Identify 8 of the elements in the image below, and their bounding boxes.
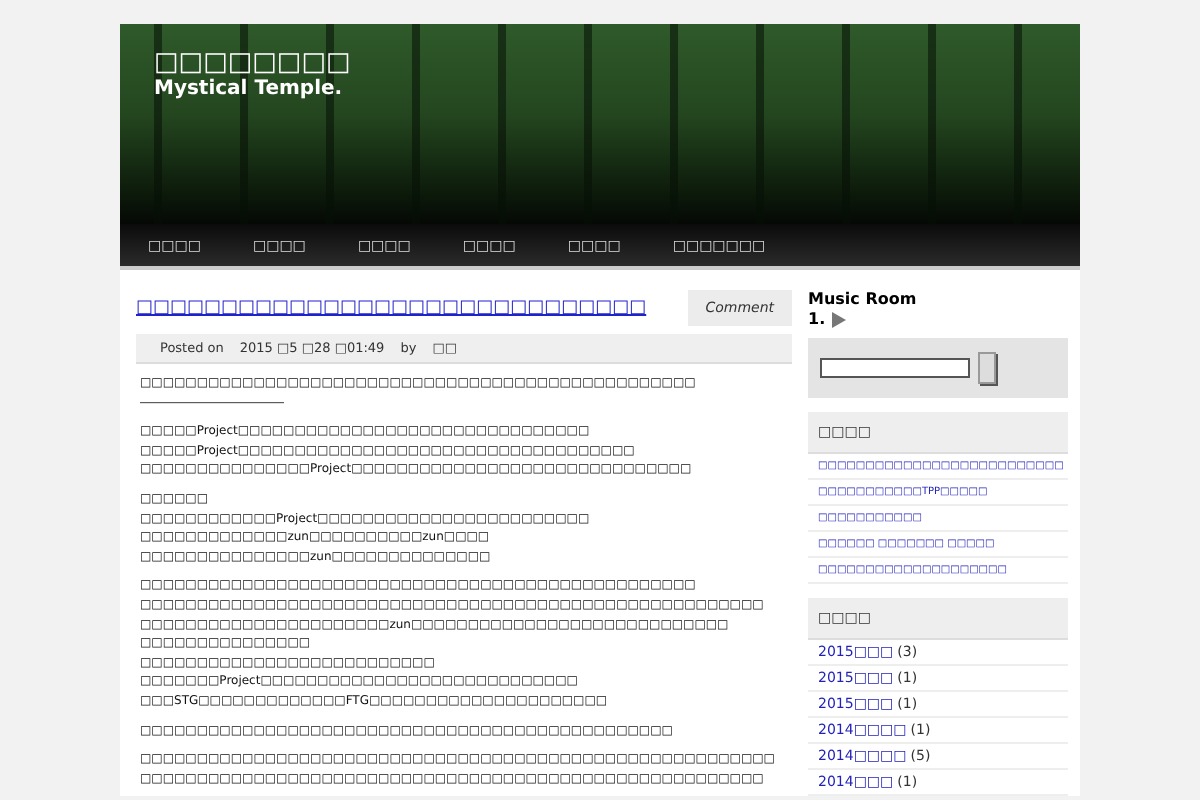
site-subtitle: Mystical Temple. [154, 78, 345, 100]
seek-track[interactable] [820, 358, 970, 378]
track-number: 1. [808, 310, 826, 328]
volume-handle[interactable] [978, 352, 996, 384]
play-icon[interactable] [831, 311, 846, 327]
post-title-link[interactable]: □□□□□□□□□□□□□□□□□□□□□□□□□□□□□□ [136, 298, 647, 318]
site-title[interactable]: □□□□□□□□ [154, 48, 351, 78]
music-room-title: Music Room [808, 290, 919, 310]
